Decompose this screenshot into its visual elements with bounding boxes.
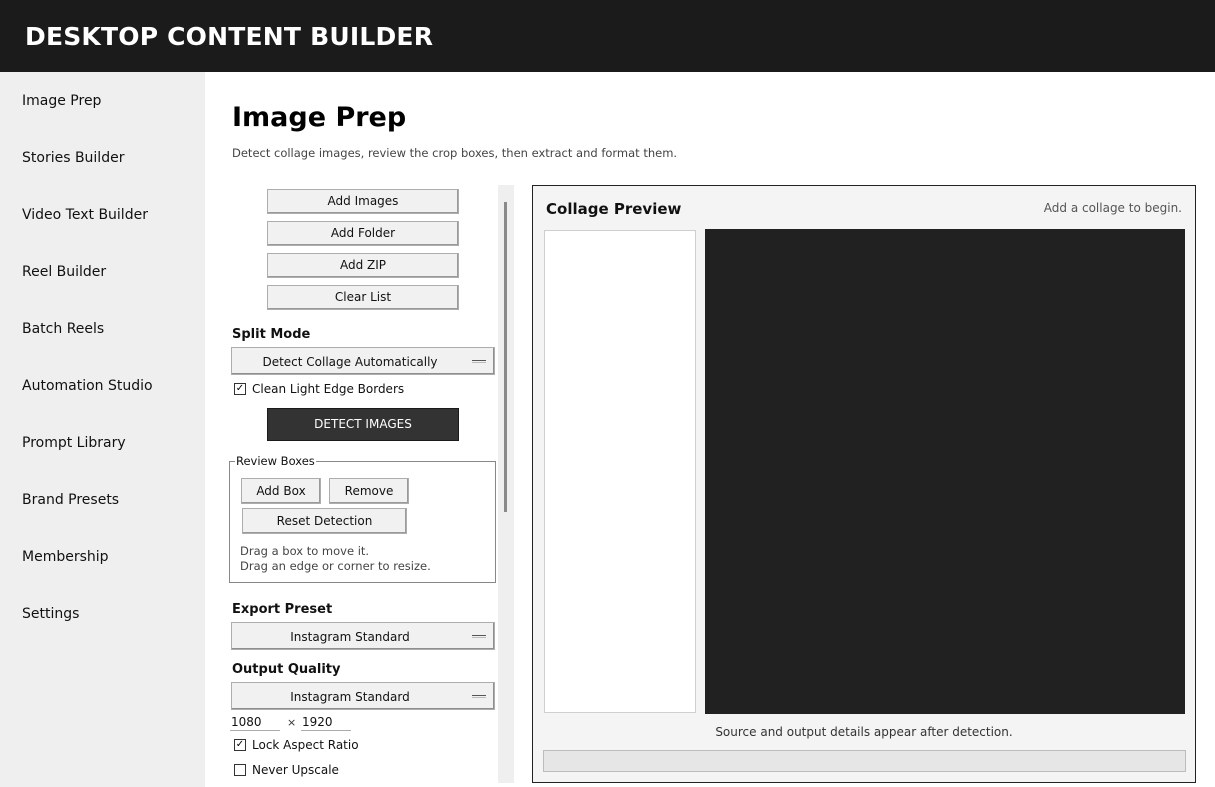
sidebar-item-automation-studio[interactable]: Automation Studio xyxy=(22,378,153,394)
page-title: Image Prep xyxy=(232,102,407,133)
output-height-input[interactable] xyxy=(301,714,351,731)
app-title: DESKTOP CONTENT BUILDER xyxy=(25,22,434,51)
sidebar: Image Prep Stories Builder Video Text Bu… xyxy=(0,72,205,787)
add-images-button[interactable]: Add Images xyxy=(267,189,459,214)
page-subtitle: Detect collage images, review the crop b… xyxy=(232,146,678,160)
never-upscale-checkbox[interactable] xyxy=(234,764,246,776)
clean-borders-checkbox[interactable]: ✓ xyxy=(234,383,246,395)
times-sign: × xyxy=(287,716,297,729)
output-width-input[interactable] xyxy=(230,714,280,731)
sidebar-item-membership[interactable]: Membership xyxy=(22,549,109,565)
clear-list-button[interactable]: Clear List xyxy=(267,285,459,310)
add-zip-button[interactable]: Add ZIP xyxy=(267,253,459,278)
export-preset-dropdown[interactable]: Instagram Standard xyxy=(231,622,495,650)
split-mode-value: Detect Collage Automatically xyxy=(262,355,438,369)
main-content: Image Prep Detect collage images, review… xyxy=(205,72,1215,787)
reset-detection-button[interactable]: Reset Detection xyxy=(242,508,407,534)
review-boxes-legend: Review Boxes xyxy=(235,454,316,468)
sidebar-item-video-text-builder[interactable]: Video Text Builder xyxy=(22,207,148,223)
remove-button[interactable]: Remove xyxy=(329,478,409,504)
dropdown-arrow-icon xyxy=(472,635,486,638)
thumbnail-list[interactable] xyxy=(544,230,696,713)
clean-borders-label: Clean Light Edge Borders xyxy=(252,382,405,396)
export-preset-label: Export Preset xyxy=(232,602,333,617)
output-quality-value: Instagram Standard xyxy=(290,690,410,704)
app-header: DESKTOP CONTENT BUILDER xyxy=(0,0,1215,72)
detect-images-button[interactable]: DETECT IMAGES xyxy=(267,408,459,441)
split-mode-label: Split Mode xyxy=(232,327,311,342)
controls-panel[interactable]: Add Images Add Folder Add ZIP Clear List… xyxy=(227,184,515,784)
sidebar-item-prompt-library[interactable]: Prompt Library xyxy=(22,435,126,451)
never-upscale-label: Never Upscale xyxy=(252,763,339,777)
preview-hint: Add a collage to begin. xyxy=(1043,201,1182,215)
drag-resize-hint: Drag an edge or corner to resize. xyxy=(240,559,431,573)
detection-details: Source and output details appear after d… xyxy=(715,725,1013,739)
sidebar-item-batch-reels[interactable]: Batch Reels xyxy=(22,321,104,337)
add-folder-button[interactable]: Add Folder xyxy=(267,221,459,246)
split-mode-dropdown[interactable]: Detect Collage Automatically xyxy=(231,347,495,375)
preview-canvas[interactable] xyxy=(705,229,1185,714)
preview-title: Collage Preview xyxy=(546,200,682,218)
sidebar-item-stories-builder[interactable]: Stories Builder xyxy=(22,150,124,166)
dropdown-arrow-icon xyxy=(472,360,486,363)
review-boxes-group: Review Boxes Add Box Remove Reset Detect… xyxy=(229,454,496,583)
add-box-button[interactable]: Add Box xyxy=(241,478,321,504)
output-quality-label: Output Quality xyxy=(232,662,341,677)
lock-aspect-checkbox[interactable]: ✓ xyxy=(234,739,246,751)
lock-aspect-label: Lock Aspect Ratio xyxy=(252,738,359,752)
output-quality-dropdown[interactable]: Instagram Standard xyxy=(231,682,495,710)
collage-preview-panel: Collage Preview Add a collage to begin. … xyxy=(532,185,1196,783)
controls-scrollbar-thumb[interactable] xyxy=(504,202,507,512)
drag-move-hint: Drag a box to move it. xyxy=(240,544,370,558)
sidebar-item-settings[interactable]: Settings xyxy=(22,606,79,622)
sidebar-item-image-prep[interactable]: Image Prep xyxy=(22,93,101,109)
progress-bar xyxy=(543,750,1186,772)
sidebar-item-brand-presets[interactable]: Brand Presets xyxy=(22,492,119,508)
dropdown-arrow-icon xyxy=(472,695,486,698)
export-preset-value: Instagram Standard xyxy=(290,630,410,644)
sidebar-item-reel-builder[interactable]: Reel Builder xyxy=(22,264,106,280)
